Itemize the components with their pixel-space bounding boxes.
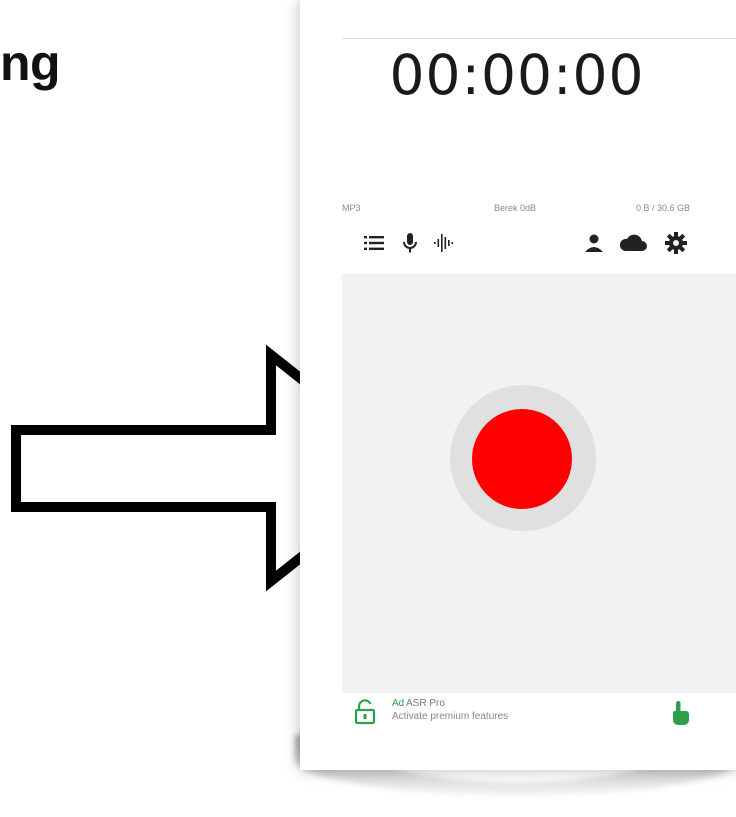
phone-screenshot: 00:00:00 MP3 Berek 0dB 0 B / 30.6 GB Ad …	[300, 0, 736, 770]
recorder-app: 00:00:00 MP3 Berek 0dB 0 B / 30.6 GB Ad …	[342, 38, 736, 735]
ad-banner[interactable]: Ad ASR Pro Activate premium features	[342, 693, 736, 735]
ad-subtitle: Activate premium features	[392, 711, 509, 722]
format-label: MP3	[342, 203, 361, 213]
cloud-icon[interactable]	[618, 231, 648, 255]
list-icon[interactable]	[362, 231, 386, 255]
recording-timer: 00:00:00	[389, 43, 645, 107]
microphone-icon[interactable]	[398, 231, 422, 255]
toolbar	[342, 229, 736, 261]
ad-title: ASR Pro	[406, 698, 445, 709]
timer-panel: 00:00:00 MP3 Berek 0dB 0 B / 30.6 GB	[342, 39, 736, 274]
ad-badge: Ad	[392, 698, 405, 709]
unlock-icon	[354, 699, 376, 725]
record-button[interactable]	[472, 409, 572, 509]
gain-label: Berek 0dB	[494, 203, 537, 213]
recording-info-row: MP3 Berek 0dB 0 B / 30.6 GB	[342, 203, 736, 217]
touch-icon[interactable]	[668, 697, 692, 727]
storage-label: 0 B / 30.6 GB	[635, 203, 690, 213]
gear-icon[interactable]	[664, 231, 688, 255]
waveform-icon[interactable]	[432, 231, 456, 255]
user-icon[interactable]	[582, 231, 606, 255]
